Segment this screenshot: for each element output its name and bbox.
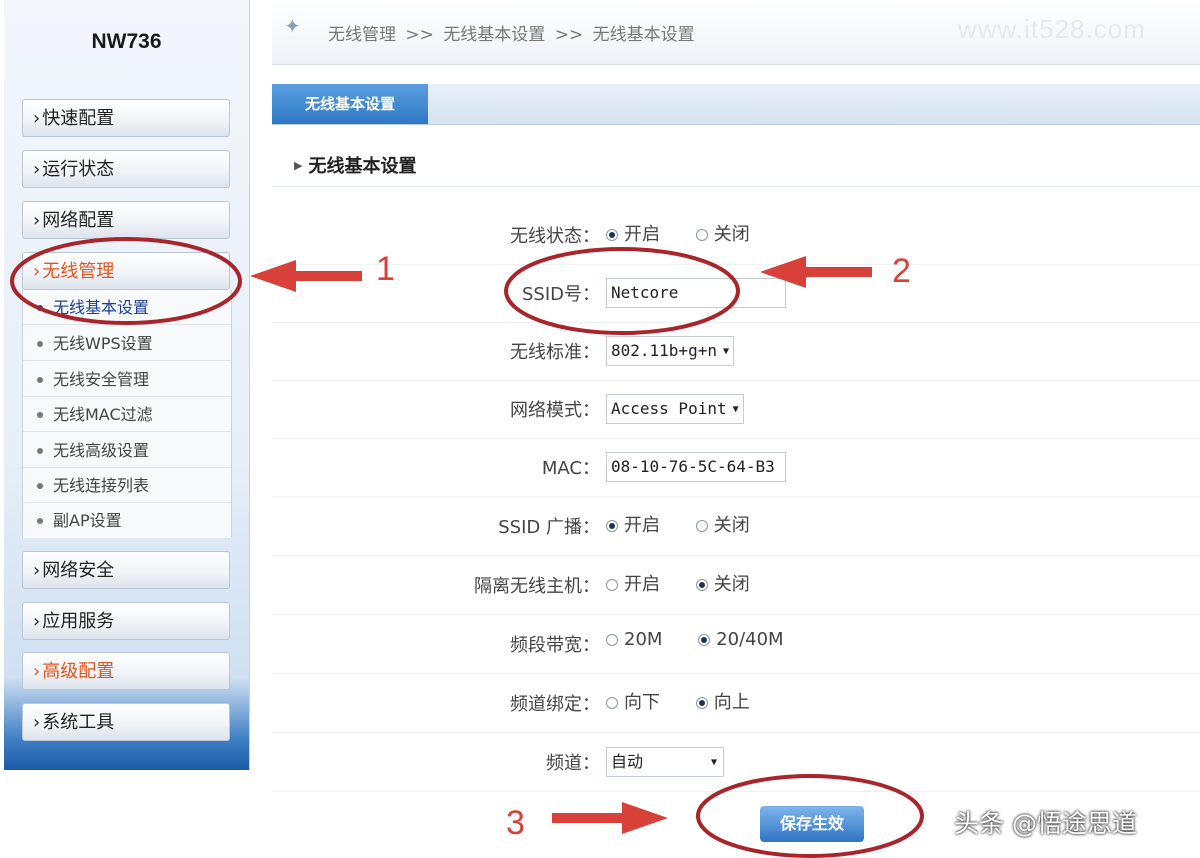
annotation-arrow-3: [552, 802, 668, 834]
annotation-layer: [10, 237, 924, 858]
author-watermark: 头条 @悟途思道: [954, 809, 1137, 838]
annotation-circle-1: [10, 237, 242, 325]
annotation-circle-2: [504, 247, 740, 335]
annotation-circle-3: [696, 774, 924, 858]
annotation-number-3: 3: [506, 804, 525, 842]
annotation-arrow-1: [250, 260, 362, 292]
annotation-arrow-2: [760, 256, 872, 288]
annotation-number-1: 1: [376, 250, 395, 288]
router-admin-page: NW736 › 快速配置 › 运行状态 › 网络配置 › 无线管理 无线基本设置 无线W…: [0, 0, 1200, 858]
annotation-number-2: 2: [892, 252, 911, 290]
